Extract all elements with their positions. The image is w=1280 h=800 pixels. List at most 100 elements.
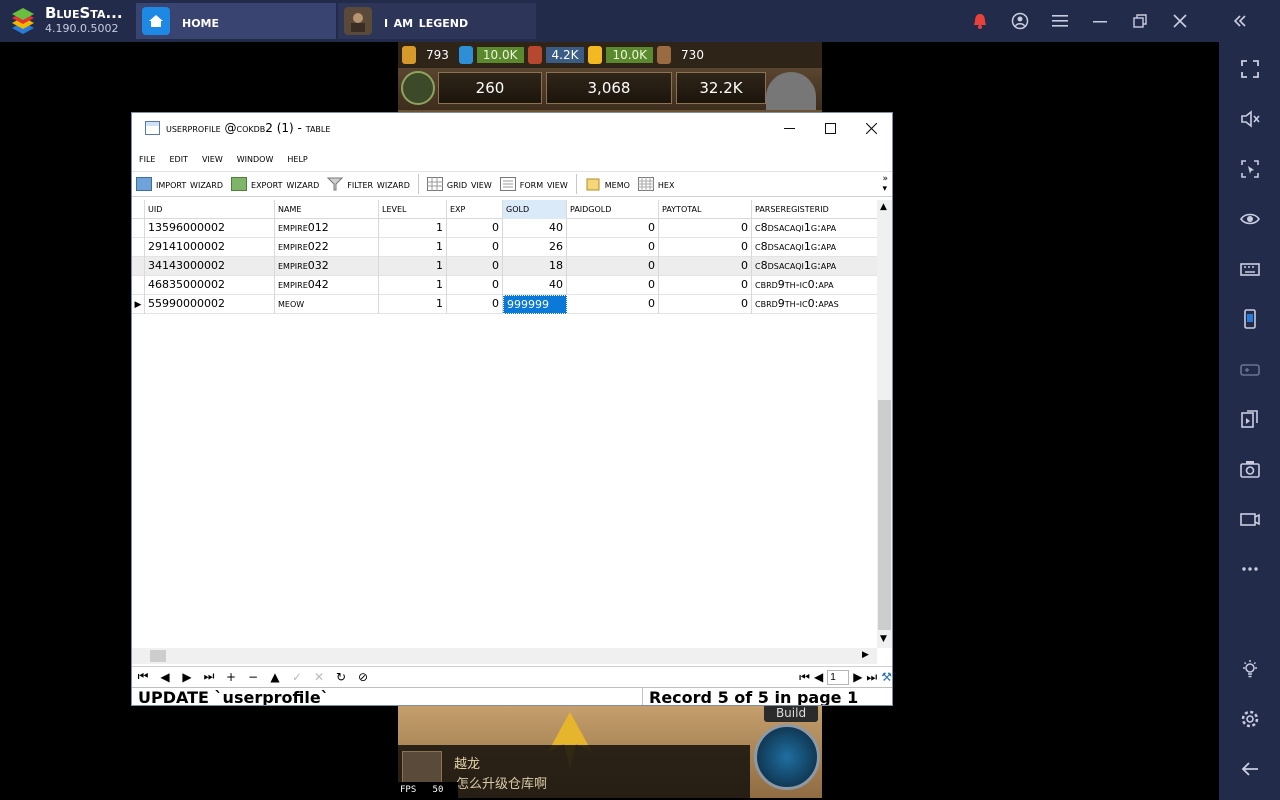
- cell-gold[interactable]: 40: [503, 219, 567, 238]
- cell-gold[interactable]: 26: [503, 238, 567, 257]
- cell-level[interactable]: 1: [379, 219, 447, 238]
- cell-gold[interactable]: 40: [503, 276, 567, 295]
- minimize-icon[interactable]: [1080, 0, 1120, 42]
- cell-exp[interactable]: 0: [447, 257, 503, 276]
- tab-i-am-legend[interactable]: I am legend: [338, 3, 536, 39]
- cell-paytotal[interactable]: 0: [659, 238, 752, 257]
- brightness-icon[interactable]: [1219, 654, 1280, 684]
- cell-paytotal[interactable]: 0: [659, 276, 752, 295]
- tab-home[interactable]: Home: [136, 3, 336, 39]
- form-view-button[interactable]: Form View: [496, 173, 572, 195]
- cell-parseregisterid[interactable]: cbrd9tH-Ic0:APAS: [752, 295, 877, 314]
- hex-button[interactable]: Hex: [634, 173, 679, 195]
- column-header-parseregisterid[interactable]: parseRegisterId: [752, 200, 877, 219]
- cell-paidgold[interactable]: 0: [567, 295, 659, 314]
- apk-install-icon[interactable]: [1219, 404, 1280, 434]
- vertical-scrollbar[interactable]: ▲ ▼: [877, 200, 892, 648]
- cell-uid[interactable]: 55990000002: [145, 295, 275, 314]
- column-header-name[interactable]: name: [275, 200, 379, 219]
- eye-icon[interactable]: [1219, 204, 1280, 234]
- cell-paytotal[interactable]: 0: [659, 257, 752, 276]
- cell-name[interactable]: Empire012: [275, 219, 379, 238]
- cell-level[interactable]: 1: [379, 295, 447, 314]
- volume-mute-icon[interactable]: [1219, 104, 1280, 134]
- window-maximize-button[interactable]: [809, 113, 851, 144]
- account-icon[interactable]: [1000, 0, 1040, 42]
- restore-icon[interactable]: [1120, 0, 1160, 42]
- cell-paidgold[interactable]: 0: [567, 238, 659, 257]
- cell-parseregisterid[interactable]: c8dsaCAQI1g:APA: [752, 257, 877, 276]
- page-number-input[interactable]: [827, 669, 850, 685]
- menu-help[interactable]: Help: [280, 151, 314, 165]
- menu-file[interactable]: File: [132, 151, 162, 165]
- toolbar-overflow-icon[interactable]: » ▾: [882, 174, 888, 194]
- cell-level[interactable]: 1: [379, 238, 447, 257]
- phone-icon[interactable]: [1219, 304, 1280, 334]
- delete-record-icon[interactable]: −: [242, 670, 264, 684]
- settings-gear-icon[interactable]: [1219, 704, 1280, 734]
- cell-name[interactable]: Empire032: [275, 257, 379, 276]
- cell-name[interactable]: Empire022: [275, 238, 379, 257]
- world-map-icon[interactable]: [754, 724, 820, 790]
- more-options-icon[interactable]: [1219, 554, 1280, 584]
- last-page-icon[interactable]: ⏭: [866, 670, 877, 685]
- table-row[interactable]: 46835000002 Empire042 1 0 40 0 0 cbrd9tH…: [132, 276, 877, 295]
- refresh-icon[interactable]: ↻: [330, 670, 352, 684]
- table-row[interactable]: 29141000002 Empire022 1 0 26 0 0 c8dsaCA…: [132, 238, 877, 257]
- column-header-exp[interactable]: exp: [447, 200, 503, 219]
- horizontal-scroll-thumb[interactable]: [150, 650, 166, 662]
- cell-paytotal[interactable]: 0: [659, 219, 752, 238]
- notification-bell-icon[interactable]: [960, 0, 1000, 42]
- close-icon[interactable]: [1160, 0, 1200, 42]
- menu-edit[interactable]: Edit: [162, 151, 194, 165]
- cell-uid[interactable]: 29141000002: [145, 238, 275, 257]
- table-row[interactable]: 13596000002 Empire012 1 0 40 0 0 c8dsaCA…: [132, 219, 877, 238]
- cell-uid[interactable]: 13596000002: [145, 219, 275, 238]
- column-header-gold[interactable]: gold: [503, 200, 567, 219]
- cell-exp[interactable]: 0: [447, 238, 503, 257]
- menu-window[interactable]: Window: [230, 151, 281, 165]
- cell-paidgold[interactable]: 0: [567, 276, 659, 295]
- column-header-paytotal[interactable]: payTotal: [659, 200, 752, 219]
- last-record-icon[interactable]: ⏭: [198, 669, 220, 684]
- cell-parseregisterid[interactable]: cbrd9tH-Ic0:APA: [752, 276, 877, 295]
- cell-level[interactable]: 1: [379, 257, 447, 276]
- prior-record-icon[interactable]: ◀: [154, 670, 176, 684]
- first-record-icon[interactable]: ⏮: [132, 669, 154, 684]
- scroll-right-icon[interactable]: ▶: [862, 650, 869, 660]
- cell-name[interactable]: Empire042: [275, 276, 379, 295]
- vertical-scroll-thumb[interactable]: [878, 400, 891, 630]
- export-wizard-button[interactable]: Export Wizard: [227, 173, 323, 195]
- collapse-sidebar-icon[interactable]: [1220, 0, 1260, 42]
- window-close-button[interactable]: [850, 113, 892, 144]
- prev-page-icon[interactable]: ◀: [814, 670, 823, 684]
- table-row[interactable]: 34143000002 Empire032 1 0 18 0 0 c8dsaCA…: [132, 257, 877, 276]
- add-record-icon[interactable]: +: [220, 670, 242, 684]
- grid-view-button[interactable]: Grid View: [423, 173, 496, 195]
- fullscreen-icon[interactable]: [1219, 54, 1280, 84]
- data-grid[interactable]: uid name level exp gold paidGold payTota…: [132, 200, 892, 664]
- menu-icon[interactable]: [1040, 0, 1080, 42]
- cell-parseregisterid[interactable]: c8dsaCAQI1g:APA: [752, 219, 877, 238]
- cell-parseregisterid[interactable]: c8dsaCAQI1g:APA: [752, 238, 877, 257]
- stop-icon[interactable]: ⊘: [352, 670, 374, 684]
- diamond-icon[interactable]: [766, 72, 816, 110]
- video-record-icon[interactable]: [1219, 504, 1280, 534]
- window-minimize-button[interactable]: [768, 113, 810, 144]
- build-button[interactable]: Build: [764, 704, 818, 722]
- gamepad-icon[interactable]: [1219, 354, 1280, 384]
- next-record-icon[interactable]: ▶: [176, 670, 198, 684]
- cell-exp[interactable]: 0: [447, 295, 503, 314]
- cell-uid[interactable]: 46835000002: [145, 276, 275, 295]
- keyboard-icon[interactable]: [1219, 254, 1280, 284]
- survivor-icon[interactable]: [401, 71, 435, 105]
- cell-uid[interactable]: 34143000002: [145, 257, 275, 276]
- cell-gold-selected[interactable]: 999999: [503, 295, 567, 314]
- horizontal-scrollbar[interactable]: ▶: [132, 648, 877, 664]
- filter-wizard-button[interactable]: Filter Wizard: [323, 173, 414, 195]
- column-header-level[interactable]: level: [379, 200, 447, 219]
- cell-exp[interactable]: 0: [447, 219, 503, 238]
- discard-changes-icon[interactable]: ✕: [308, 670, 330, 684]
- apply-changes-icon[interactable]: ✓: [286, 670, 308, 684]
- scroll-down-icon[interactable]: ▼: [880, 634, 887, 644]
